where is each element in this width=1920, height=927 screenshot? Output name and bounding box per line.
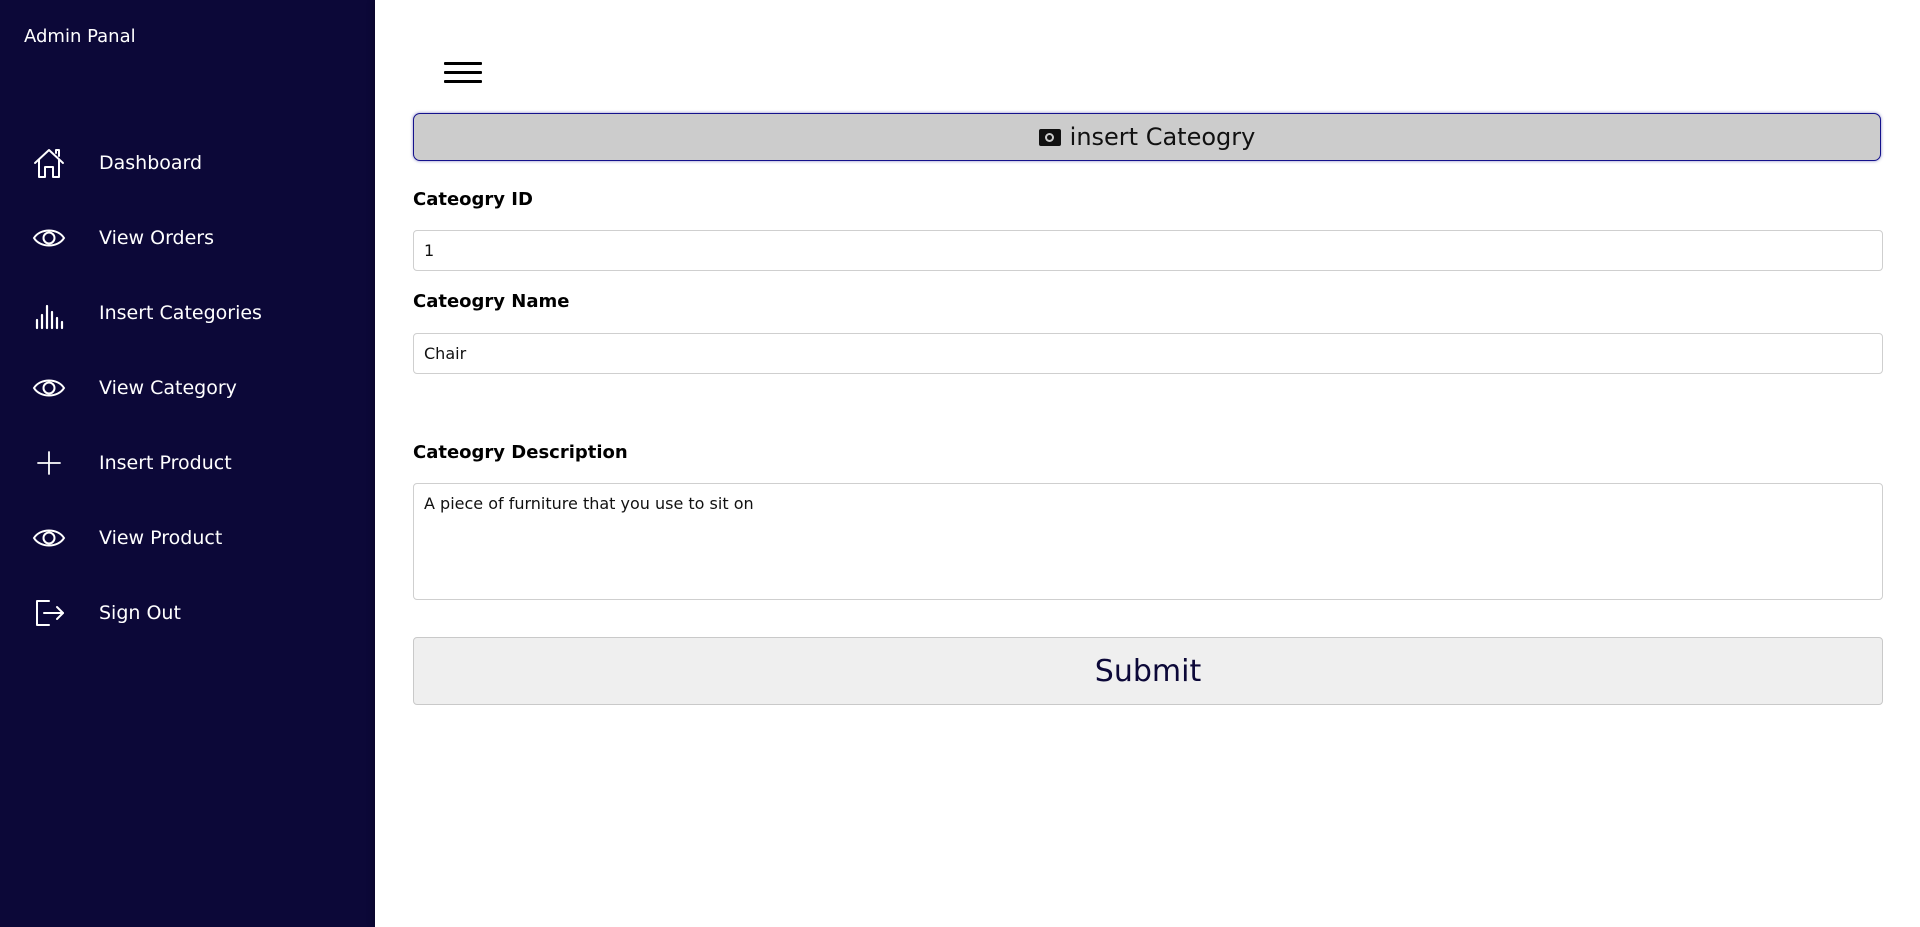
category-id-label: Cateogry ID [413,189,533,210]
category-description-textarea[interactable]: A piece of furniture that you use to sit… [413,483,1883,600]
sidebar-item-label: View Orders [99,226,215,249]
sidebar-item-insert-product[interactable]: Insert Product [0,425,375,500]
money-icon [1038,128,1061,146]
sidebar: Admin Panal Dashboard View Orders Insert… [0,0,375,927]
hamburger-icon[interactable] [444,60,482,88]
sidebar-item-view-category[interactable]: View Category [0,350,375,425]
submit-button[interactable]: Submit [413,637,1883,705]
sidebar-item-label: View Product [99,526,223,549]
form-header: insert Cateogry [413,113,1881,161]
category-id-input[interactable] [413,230,1883,271]
category-name-input[interactable] [413,333,1883,374]
app: Admin Panal Dashboard View Orders Insert… [0,0,1920,927]
bar-chart-icon [32,296,66,330]
sidebar-item-view-orders[interactable]: View Orders [0,200,375,275]
brand-title: Admin Panal [24,26,136,47]
eye-icon [32,521,66,555]
sign-out-icon [32,596,66,630]
eye-icon [32,221,66,255]
category-description-label: Cateogry Description [413,442,628,463]
eye-icon [32,371,66,405]
sidebar-item-label: Insert Categories [99,301,262,324]
form-header-title: insert Cateogry [1069,123,1256,151]
sidebar-item-label: Insert Product [99,451,232,474]
sidebar-item-label: View Category [99,376,237,399]
sidebar-nav: Dashboard View Orders Insert Categories … [0,125,375,650]
sidebar-item-sign-out[interactable]: Sign Out [0,575,375,650]
main-content: insert Cateogry Cateogry ID Cateogry Nam… [375,0,1920,927]
sidebar-item-dashboard[interactable]: Dashboard [0,125,375,200]
sidebar-item-view-product[interactable]: View Product [0,500,375,575]
category-name-label: Cateogry Name [413,291,570,312]
sidebar-item-label: Sign Out [99,601,181,624]
sidebar-item-insert-categories[interactable]: Insert Categories [0,275,375,350]
sidebar-item-label: Dashboard [99,151,203,174]
plus-icon [32,446,66,480]
home-icon [32,146,66,180]
